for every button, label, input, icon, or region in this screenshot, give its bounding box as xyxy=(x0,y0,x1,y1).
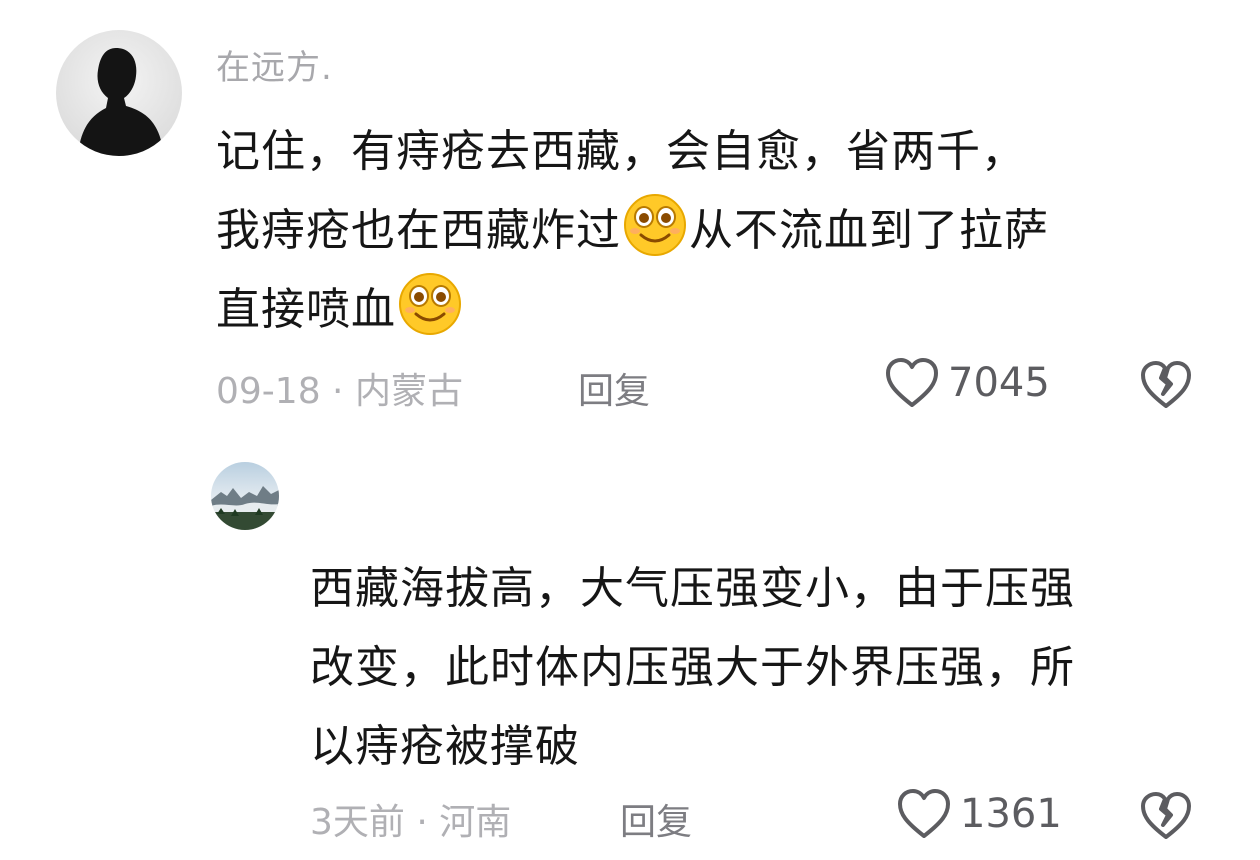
like-button[interactable]: 7045 xyxy=(884,357,1050,409)
comment-line-text: 我痔疮也在西藏炸过 xyxy=(216,205,621,256)
reply-button[interactable]: 回复 xyxy=(620,793,692,845)
heart-outline-icon xyxy=(886,358,938,407)
comment-text: 西藏海拔高，大气压强变小，由于压强 改变，此时体内压强大于外界压强，所 以痔疮被… xyxy=(310,549,1230,786)
username[interactable]: 在远方. xyxy=(216,40,333,89)
smile-emoji-icon xyxy=(624,194,686,256)
comment-line-text: 从不流血到了拉萨 xyxy=(689,205,1049,256)
like-button[interactable]: 1361 xyxy=(896,788,1062,840)
comment-line: 改变，此时体内压强大于外界压强，所 xyxy=(310,642,1075,693)
comment-line: 以痔疮被撑破 xyxy=(310,721,580,772)
broken-heart-icon xyxy=(1141,361,1191,408)
avatar[interactable] xyxy=(56,30,182,156)
person-silhouette-avatar-image xyxy=(56,30,182,156)
comment-meta: 3天前 · 河南 xyxy=(310,802,512,843)
comment-line-text: 记住，有痔疮去西藏，会自愈，省两千， xyxy=(216,126,1026,177)
dislike-button[interactable] xyxy=(1140,791,1192,843)
comment-meta: 09-18 · 内蒙古 xyxy=(216,371,463,412)
like-count: 1361 xyxy=(960,791,1062,837)
comment-text: 记住，有痔疮去西藏，会自愈，省两千， 我痔疮也在西藏炸过 从不流血到了拉萨 直接… xyxy=(216,112,1236,349)
avatar[interactable] xyxy=(211,462,279,530)
dislike-button[interactable] xyxy=(1140,360,1192,412)
comment-line: 记住，有痔疮去西藏，会自愈，省两千， xyxy=(216,112,1236,191)
comment-line: 西藏海拔高，大气压强变小，由于压强 xyxy=(310,563,1075,614)
broken-heart-icon xyxy=(1141,792,1191,839)
comment-line-text: 直接喷血 xyxy=(216,284,396,335)
comment-line: 我痔疮也在西藏炸过 从不流血到了拉萨 xyxy=(216,191,1236,270)
like-count: 7045 xyxy=(948,360,1050,406)
heart-outline-icon xyxy=(898,789,950,838)
comment-line: 直接喷血 xyxy=(216,270,1236,349)
mountain-landscape-avatar-image xyxy=(211,462,279,530)
smile-emoji-icon xyxy=(399,273,461,335)
reply-button[interactable]: 回复 xyxy=(578,362,650,414)
